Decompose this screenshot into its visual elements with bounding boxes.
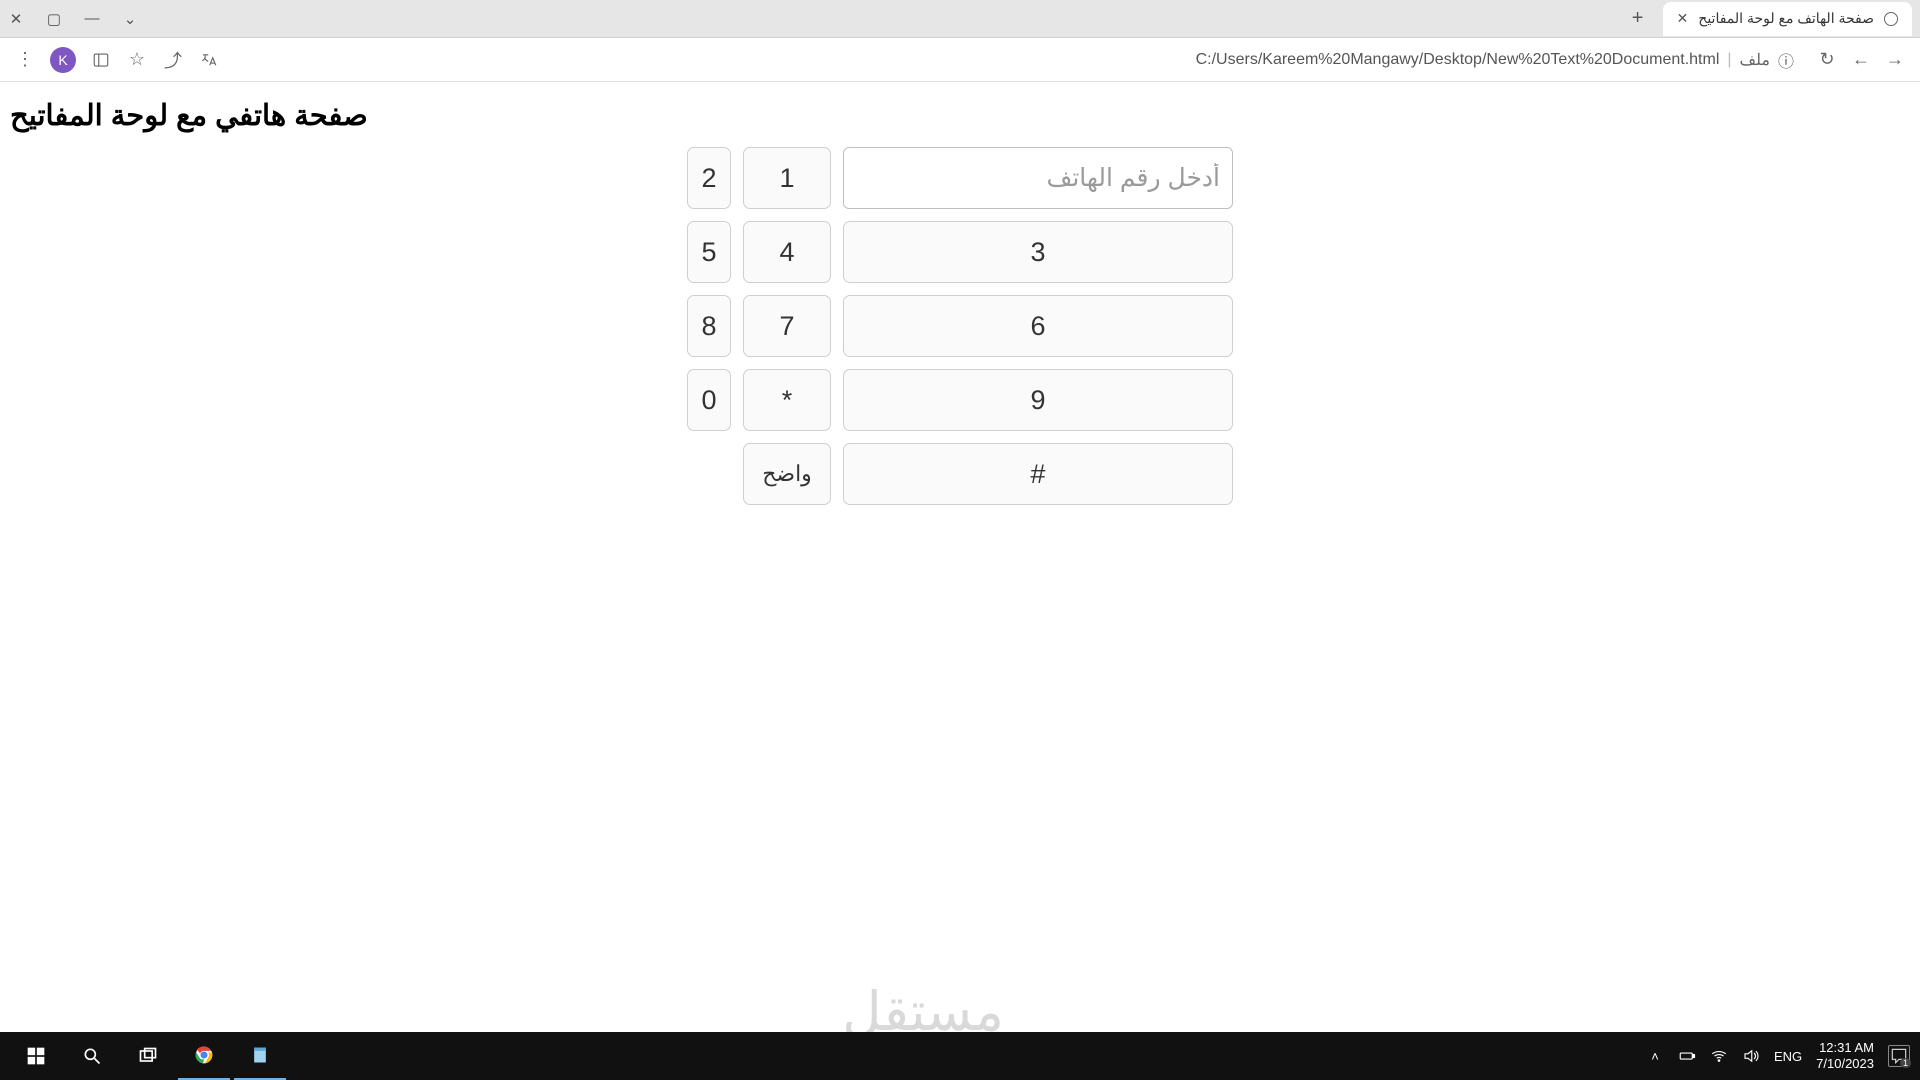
key-1[interactable]: 1 <box>743 147 831 209</box>
task-view-icon[interactable] <box>122 1032 174 1080</box>
language-indicator[interactable]: ENG <box>1774 1049 1802 1064</box>
tab-title: صفحة الهاتف مع لوحة المفاتيح <box>1698 10 1874 27</box>
volume-icon[interactable] <box>1742 1047 1760 1065</box>
wifi-icon[interactable] <box>1710 1047 1728 1065</box>
key-8[interactable]: 8 <box>687 295 731 357</box>
nav-forward-icon[interactable]: → <box>1884 49 1906 71</box>
tray-chevron-up-icon[interactable]: ˄ <box>1646 1047 1664 1065</box>
key-0[interactable]: 0 <box>687 369 731 431</box>
window-titlebar: ✕ ▢ — ⌄ + ✕ صفحة الهاتف مع لوحة المفاتيح <box>0 0 1920 38</box>
page-content: صفحة هاتفي مع لوحة المفاتيح 1 2 3 4 5 6 … <box>0 82 1920 521</box>
close-window-icon[interactable]: ✕ <box>8 11 24 27</box>
clear-button[interactable]: واضح <box>743 443 831 505</box>
phone-input[interactable] <box>843 147 1233 209</box>
address-bar: → ← ↻ ⓘ ملف | C:/Users/Kareem%20Mangawy/… <box>0 38 1920 82</box>
close-tab-icon[interactable]: ✕ <box>1677 10 1689 27</box>
chrome-app-icon[interactable] <box>178 1032 230 1080</box>
new-tab-button[interactable]: + <box>1627 8 1649 30</box>
notepad-app-icon[interactable] <box>234 1032 286 1080</box>
search-icon[interactable] <box>66 1032 118 1080</box>
start-button[interactable] <box>10 1032 62 1080</box>
key-2[interactable]: 2 <box>687 147 731 209</box>
page-title: صفحة هاتفي مع لوحة المفاتيح <box>10 98 1910 133</box>
window-controls-left: ✕ ▢ — ⌄ <box>8 11 138 27</box>
share-icon[interactable]: ⤴ <box>162 49 184 71</box>
url-protocol-label: ملف <box>1740 50 1770 70</box>
dial-keypad: 1 2 3 4 5 6 7 8 9 * 0 # واضح <box>687 147 1233 505</box>
menu-icon[interactable]: ⋮ <box>14 49 36 71</box>
key-5[interactable]: 5 <box>687 221 731 283</box>
key-6[interactable]: 6 <box>843 295 1233 357</box>
url-box[interactable]: ⓘ ملف | C:/Users/Kareem%20Mangawy/Deskto… <box>1186 44 1804 76</box>
taskbar-clock[interactable]: 12:31 AM 7/10/2023 <box>1816 1040 1874 1071</box>
windows-taskbar: ˄ ENG 12:31 AM 7/10/2023 <box>0 1032 1920 1080</box>
url-text: C:/Users/Kareem%20Mangawy/Desktop/New%20… <box>1196 51 1720 69</box>
profile-avatar[interactable]: K <box>50 47 76 73</box>
nav-back-icon[interactable]: ← <box>1850 49 1872 71</box>
globe-icon <box>1884 12 1898 26</box>
key-7[interactable]: 7 <box>743 295 831 357</box>
reload-icon[interactable]: ↻ <box>1816 49 1838 71</box>
sidepanel-icon[interactable] <box>90 49 112 71</box>
maximize-window-icon[interactable]: ▢ <box>46 11 62 27</box>
browser-tab[interactable]: ✕ صفحة الهاتف مع لوحة المفاتيح <box>1663 2 1912 36</box>
clock-date: 7/10/2023 <box>1816 1056 1874 1072</box>
translate-icon[interactable] <box>198 49 220 71</box>
clock-time: 12:31 AM <box>1816 1040 1874 1056</box>
key-3[interactable]: 3 <box>843 221 1233 283</box>
minimize-window-icon[interactable]: — <box>84 11 100 27</box>
tabstrip: + ✕ صفحة الهاتف مع لوحة المفاتيح <box>1627 2 1912 36</box>
key-9[interactable]: 9 <box>843 369 1233 431</box>
key-hash[interactable]: # <box>843 443 1233 505</box>
chevron-down-icon[interactable]: ⌄ <box>122 11 138 27</box>
key-star[interactable]: * <box>743 369 831 431</box>
action-center-icon[interactable] <box>1888 1045 1910 1067</box>
battery-icon[interactable] <box>1678 1047 1696 1065</box>
key-4[interactable]: 4 <box>743 221 831 283</box>
bookmark-star-icon[interactable]: ☆ <box>126 49 148 71</box>
info-icon[interactable]: ⓘ <box>1778 48 1794 72</box>
